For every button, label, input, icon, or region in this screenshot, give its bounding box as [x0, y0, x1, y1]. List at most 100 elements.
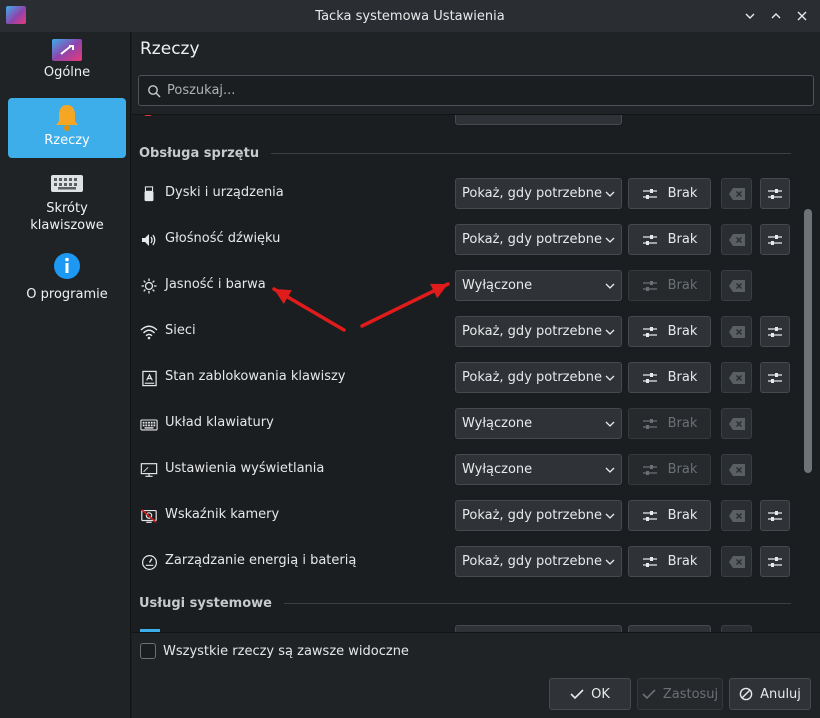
visibility-value: Pokaż, gdy potrzebne: [462, 370, 602, 385]
item-row: Wskaźnik kamery Pokaż, gdy potrzebne Brak: [132, 493, 804, 539]
visibility-value: Pokaż, gdy potrzebne: [462, 186, 602, 201]
configure-button[interactable]: [760, 362, 790, 393]
item-row: Dyski i urządzenia Pokaż, gdy potrzebne Br…: [132, 171, 804, 217]
always-visible-checkbox[interactable]: [140, 643, 156, 659]
chevron-down-icon: [605, 559, 615, 565]
shortcut-label: Brak: [667, 370, 698, 385]
configure-button[interactable]: [760, 546, 790, 577]
apply-label: Zastosuj: [662, 686, 719, 702]
ok-label: OK: [591, 686, 610, 702]
window-menu-button[interactable]: [740, 6, 760, 26]
configure-button[interactable]: [760, 500, 790, 531]
configure-button[interactable]: [760, 178, 790, 209]
visibility-select[interactable]: Wyłączone: [455, 454, 622, 485]
shortcut-button[interactable]: Brak: [628, 362, 711, 393]
visibility-value: Wyłączone: [462, 416, 533, 431]
clear-shortcut-icon: [728, 279, 745, 292]
shortcut-button[interactable]: Brak: [628, 500, 711, 531]
shortcut-button[interactable]: Brak: [628, 270, 711, 301]
sidebar-item-general[interactable]: Ogólne: [8, 34, 126, 94]
configure-button[interactable]: [760, 224, 790, 255]
chevron-down-icon: [605, 191, 615, 197]
clear-shortcut-button[interactable]: [721, 270, 752, 301]
sidebar-item-items[interactable]: Rzeczy: [8, 98, 126, 158]
shortcut-label: Brak: [667, 554, 698, 569]
items-list: Obsługa sprzętu Dyski i urządzenia Pokaż,…: [132, 114, 820, 632]
apply-button[interactable]: Zastosuj: [637, 678, 723, 710]
clear-shortcut-button[interactable]: [721, 454, 752, 485]
visibility-value: Wyłączone: [462, 278, 533, 293]
window-title: Tacka systemowa Ustawienia: [315, 8, 505, 24]
shortcut-button[interactable]: Brak: [628, 546, 711, 577]
clear-shortcut-button[interactable]: [721, 224, 752, 255]
configure-icon: [642, 418, 657, 429]
item-name: Stan zablokowania klawiszy: [165, 369, 346, 384]
item-name: Dyski i urządzenia: [165, 185, 284, 200]
search-icon: [148, 84, 161, 97]
partial-clear-button[interactable]: [721, 625, 752, 632]
visibility-select[interactable]: Pokaż, gdy potrzebne: [455, 362, 622, 393]
cancel-button[interactable]: Anuluj: [729, 678, 811, 710]
app-icon[interactable]: [6, 6, 26, 24]
shortcut-button[interactable]: Brak: [628, 316, 711, 347]
visibility-select[interactable]: Pokaż, gdy potrzebne: [455, 316, 622, 347]
shortcut-button[interactable]: Brak: [628, 178, 711, 209]
visibility-select[interactable]: Pokaż, gdy potrzebne: [455, 500, 622, 531]
keyboard-layout-icon: [140, 415, 158, 433]
partial-combo[interactable]: [455, 115, 622, 125]
clear-shortcut-button[interactable]: [721, 546, 752, 577]
bell-icon: [56, 105, 78, 131]
section-header: Usługi systemowe: [139, 596, 791, 611]
visibility-select[interactable]: Pokaż, gdy potrzebne: [455, 178, 622, 209]
always-visible-label: Wszystkie rzeczy są zawsze widoczne: [163, 643, 409, 659]
configure-icon: [642, 510, 657, 521]
wifi-icon: [140, 323, 158, 341]
configure-icon: [768, 556, 782, 567]
cancel-label: Anuluj: [760, 686, 801, 702]
camera-off-icon: [140, 507, 158, 525]
clear-shortcut-button[interactable]: [721, 408, 752, 439]
partial-shortcut-button[interactable]: [628, 625, 711, 632]
visibility-select[interactable]: Wyłączone: [455, 408, 622, 439]
shortcut-label: Brak: [667, 462, 698, 477]
brightness-icon: [140, 277, 158, 295]
partial-combo[interactable]: [455, 625, 622, 632]
search-input[interactable]: [167, 83, 767, 98]
clear-shortcut-button[interactable]: [721, 178, 752, 209]
item-name: Jasność i barwa: [165, 277, 266, 292]
search-box[interactable]: [138, 75, 814, 106]
configure-button[interactable]: [760, 316, 790, 347]
configure-icon: [642, 326, 657, 337]
shortcut-button[interactable]: Brak: [628, 224, 711, 255]
scrollbar-thumb[interactable]: [804, 209, 812, 473]
sidebar-item-shortcuts[interactable]: Skróty klawiszowe: [8, 170, 126, 244]
clear-shortcut-button[interactable]: [721, 500, 752, 531]
maximize-button[interactable]: [766, 6, 786, 26]
visibility-value: Pokaż, gdy potrzebne: [462, 554, 602, 569]
clear-shortcut-button[interactable]: [721, 362, 752, 393]
visibility-select[interactable]: Wyłączone: [455, 270, 622, 301]
clear-shortcut-icon: [728, 233, 745, 246]
keyboard-icon: [51, 175, 83, 192]
close-button[interactable]: [792, 6, 812, 26]
shortcut-label: Brak: [667, 508, 698, 523]
shortcut-button[interactable]: Brak: [628, 408, 711, 439]
chevron-down-icon: [605, 513, 615, 519]
visibility-select[interactable]: Pokaż, gdy potrzebne: [455, 224, 622, 255]
check-icon: [570, 689, 584, 700]
configure-icon: [642, 280, 657, 291]
visibility-value: Pokaż, gdy potrzebne: [462, 324, 602, 339]
item-name: Głośność dźwięku: [165, 231, 281, 246]
sidebar-item-about[interactable]: O programie: [8, 252, 126, 308]
clear-shortcut-button[interactable]: [721, 316, 752, 347]
item-name: Ustawienia wyświetlania: [165, 461, 325, 476]
configure-icon: [768, 234, 782, 245]
always-visible-option[interactable]: Wszystkie rzeczy są zawsze widoczne: [140, 643, 409, 659]
shortcut-button[interactable]: Brak: [628, 454, 711, 485]
visibility-select[interactable]: Pokaż, gdy potrzebne: [455, 546, 622, 577]
ok-button[interactable]: OK: [549, 678, 631, 710]
configure-icon: [768, 188, 782, 199]
item-name: Wskaźnik kamery: [165, 507, 280, 522]
visibility-value: Pokaż, gdy potrzebne: [462, 232, 602, 247]
power-gauge-icon: [140, 553, 158, 571]
